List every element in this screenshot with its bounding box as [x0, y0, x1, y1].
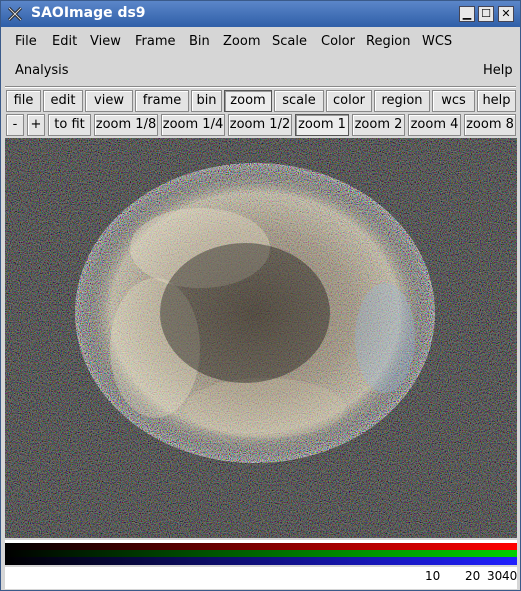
menu-bar: File Edit View Frame Bin Zoom Scale Colo…	[5, 29, 516, 85]
menu-bin[interactable]: Bin	[189, 34, 210, 49]
colorbar-ticks: 10 20 30 40	[5, 567, 517, 589]
menu-region[interactable]: Region	[366, 34, 411, 49]
zoom-4-button[interactable]: zoom 4	[408, 114, 461, 136]
close-button[interactable]: ✕	[498, 6, 514, 22]
button-help[interactable]: help	[477, 90, 516, 112]
menu-edit[interactable]: Edit	[52, 34, 77, 49]
zoom-out-button[interactable]: -	[6, 114, 24, 136]
image-display-canvas[interactable]	[5, 138, 517, 538]
menu-wcs[interactable]: WCS	[422, 34, 452, 49]
zoom-1-8-button[interactable]: zoom 1/8	[94, 114, 158, 136]
zoom-to-fit-button[interactable]: to fit	[48, 114, 91, 136]
menu-frame[interactable]: Frame	[135, 34, 176, 49]
zoom-2-button[interactable]: zoom 2	[352, 114, 405, 136]
colorbar-tick: 20	[465, 569, 481, 583]
button-color[interactable]: color	[326, 90, 372, 112]
zoom-1-4-button[interactable]: zoom 1/4	[161, 114, 225, 136]
menu-zoom[interactable]: Zoom	[223, 34, 260, 49]
button-scale[interactable]: scale	[274, 90, 324, 112]
colorbar-tick: 30	[487, 569, 503, 583]
menu-color[interactable]: Color	[321, 34, 355, 49]
app-x-icon	[7, 6, 23, 22]
supernova-remnant-image	[5, 138, 517, 538]
zoom-in-button[interactable]: +	[27, 114, 45, 136]
button-wcs[interactable]: wcs	[432, 90, 475, 112]
zoom-1-2-button[interactable]: zoom 1/2	[228, 114, 292, 136]
colorbar-tick: 10	[425, 569, 441, 583]
menu-help[interactable]: Help	[483, 63, 513, 78]
maximize-button[interactable]: ☐	[478, 6, 494, 22]
window-title: SAOImage ds9	[31, 5, 146, 21]
button-file[interactable]: file	[6, 90, 41, 112]
button-region[interactable]: region	[374, 90, 430, 112]
colorbar-tick: 40	[502, 569, 518, 583]
menu-file[interactable]: File	[15, 34, 37, 49]
button-zoom[interactable]: zoom	[224, 90, 272, 112]
menu-view[interactable]: View	[90, 34, 121, 49]
button-frame[interactable]: frame	[135, 90, 189, 112]
title-bar[interactable]: SAOImage ds9 ▁ ☐ ✕	[1, 1, 520, 27]
minimize-button[interactable]: ▁	[459, 6, 475, 22]
zoom-1-button[interactable]: zoom 1	[295, 114, 349, 136]
button-view[interactable]: view	[85, 90, 133, 112]
menu-analysis[interactable]: Analysis	[15, 63, 69, 78]
menu-separator	[5, 86, 516, 88]
button-bin[interactable]: bin	[191, 90, 222, 112]
menu-scale[interactable]: Scale	[272, 34, 307, 49]
button-edit[interactable]: edit	[43, 90, 83, 112]
zoom-8-button[interactable]: zoom 8	[464, 114, 516, 136]
colorbar-gradient	[5, 540, 517, 565]
colorbar[interactable]	[5, 540, 517, 565]
ds9-window: SAOImage ds9 ▁ ☐ ✕ File Edit View Frame …	[0, 0, 521, 591]
